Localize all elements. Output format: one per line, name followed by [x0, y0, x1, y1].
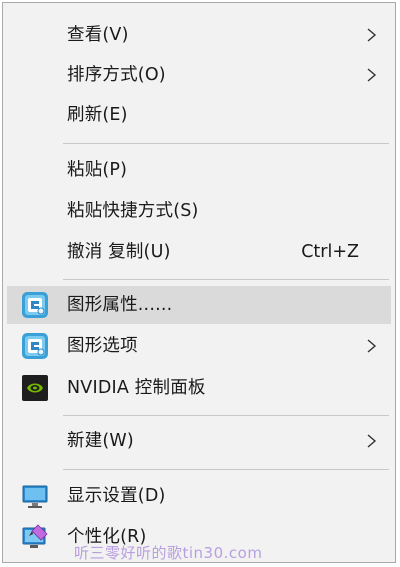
- menu-item-label: 图形属性......: [67, 295, 173, 315]
- menu-item-label: 新建(W): [67, 431, 134, 451]
- menu-item-label: 撤消 复制(U): [67, 242, 171, 262]
- menu-item-label: 粘贴快捷方式(S): [67, 201, 199, 221]
- chevron-right-icon: [367, 68, 377, 82]
- watermark: 听三零好听的歌tin30.com: [74, 544, 263, 562]
- menu-item-view[interactable]: 查看(V): [7, 16, 391, 54]
- intel-graphics-icon: [22, 292, 48, 318]
- personalize-icon: [22, 524, 48, 548]
- chevron-right-icon: [367, 28, 377, 42]
- menu-item-label: 图形选项: [67, 336, 138, 356]
- monitor-icon: [22, 485, 48, 508]
- menu-separator: [63, 469, 389, 470]
- chevron-right-icon: [367, 434, 377, 448]
- menu-item-label: NVIDIA 控制面板: [67, 378, 206, 398]
- menu-item-display-settings[interactable]: 显示设置(D): [7, 477, 391, 515]
- menu-item-new[interactable]: 新建(W): [7, 422, 391, 460]
- menu-item-refresh[interactable]: 刷新(E): [7, 96, 391, 134]
- menu-item-paste-shortcut[interactable]: 粘贴快捷方式(S): [7, 192, 391, 230]
- chevron-right-icon: [367, 339, 377, 353]
- menu-item-graphics-options[interactable]: 图形选项: [7, 327, 391, 365]
- menu-item-graphics-properties[interactable]: 图形属性......: [7, 286, 391, 324]
- menu-item-label: 排序方式(O): [67, 65, 166, 85]
- menu-item-nvidia-control-panel[interactable]: NVIDIA 控制面板: [7, 369, 391, 407]
- menu-item-sort[interactable]: 排序方式(O): [7, 56, 391, 94]
- intel-graphics-icon: [22, 333, 48, 359]
- desktop-context-menu: 查看(V) 排序方式(O) 刷新(E) 粘贴(P) 粘贴快捷方式(S) 撤消 复…: [2, 2, 396, 563]
- menu-item-label: 显示设置(D): [67, 486, 166, 506]
- menu-item-label: 查看(V): [67, 25, 129, 45]
- menu-separator: [63, 279, 389, 280]
- shortcut-text: Ctrl+Z: [301, 242, 359, 262]
- menu-item-label: 粘贴(P): [67, 160, 128, 180]
- menu-item-undo-copy[interactable]: 撤消 复制(U) Ctrl+Z: [7, 233, 391, 271]
- menu-separator: [63, 415, 389, 416]
- menu-item-label: 刷新(E): [67, 105, 128, 125]
- menu-separator: [63, 143, 389, 144]
- nvidia-icon: [22, 375, 48, 401]
- menu-item-paste[interactable]: 粘贴(P): [7, 151, 391, 189]
